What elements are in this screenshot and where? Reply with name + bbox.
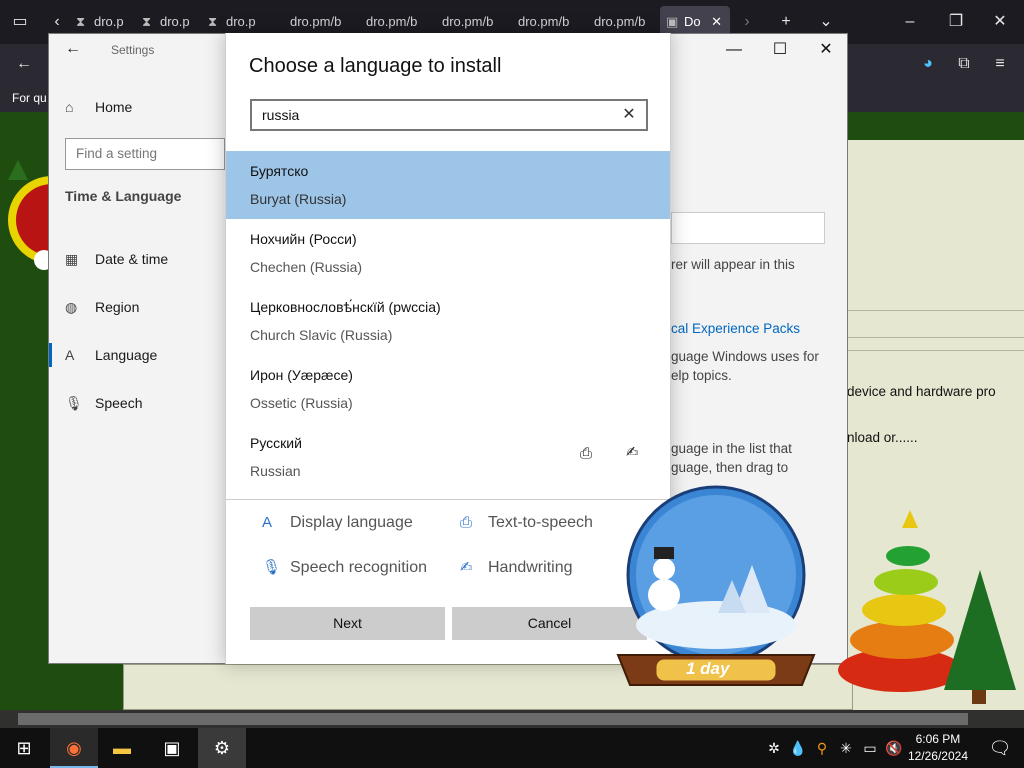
monitor-tray-icon[interactable]: ▭	[860, 728, 880, 768]
language-item[interactable]: Нохчийн (Росси) Chechen (Russia)	[226, 219, 670, 287]
feature-display-language: A Display language	[262, 514, 413, 531]
terminal-icon[interactable]: ▣	[148, 728, 196, 768]
language-item[interactable]: Ирон (Уæрæсе) Ossetic (Russia)	[226, 355, 670, 423]
taskbar-clock[interactable]: 6:06 PM 12/26/2024	[908, 731, 968, 765]
settings-gear-icon[interactable]: ⚙	[198, 728, 246, 768]
page-text: device and hardware pro	[847, 384, 996, 399]
page-text[interactable]: nload or......	[847, 430, 918, 445]
local-experience-packs-link[interactable]: cal Experience Packs	[671, 321, 800, 336]
taskbar: ⊞ ◉ ▬ ▣ ⚙ ✲ 💧 ⚲ ✳ ▭ 🔇 6:06 PM 12/26/2024…	[0, 728, 1024, 768]
snowflake-tray-icon[interactable]: ✳	[836, 728, 856, 768]
network-tray-icon[interactable]: ✲	[764, 728, 784, 768]
sidebar-item-home[interactable]: ⌂ Home	[65, 95, 132, 119]
clear-search-icon[interactable]: ✕	[618, 104, 640, 126]
christmas-tree-decoration	[820, 490, 1024, 720]
settings-text: elp topics.	[671, 368, 732, 383]
find-setting-input[interactable]: Find a setting	[65, 138, 225, 170]
extension-icon[interactable]: ◕	[908, 44, 948, 84]
notifications-icon[interactable]: 🗨	[976, 728, 1024, 768]
start-icon[interactable]: ⊞	[0, 728, 48, 768]
settings-text: guage Windows uses for	[671, 349, 819, 364]
menu-icon[interactable]: ≡	[980, 44, 1020, 84]
sidebar-item-date-time[interactable]: ▦ Date & time	[65, 247, 168, 271]
minimize-icon[interactable]: –	[890, 0, 930, 44]
globe-icon: ◍	[65, 299, 78, 315]
feature-speech-recognition: 🎙 Speech recognition	[262, 559, 427, 576]
back-icon[interactable]: ←	[4, 44, 44, 84]
divider	[226, 499, 670, 500]
choose-language-dialog: Choose a language to install ✕ Бурятско …	[225, 33, 671, 664]
display-language-icon: A	[262, 514, 273, 531]
language-item[interactable]: Церковнословѣ́нскїй (рwссіа) Church Slav…	[226, 287, 670, 355]
close-icon[interactable]: ✕	[980, 0, 1020, 44]
panel-content	[847, 350, 1024, 480]
language-item[interactable]: Русский Russian ⎙ ✍	[226, 423, 670, 491]
panel-band	[847, 310, 1024, 338]
restore-icon[interactable]: ❐	[936, 0, 976, 44]
extensions-puzzle-icon[interactable]: ⧉	[944, 44, 984, 84]
settings-field[interactable]	[671, 212, 825, 244]
firefox-icon[interactable]: ◉	[50, 728, 98, 768]
settings-close-icon[interactable]: ✕	[803, 34, 849, 66]
microphone-icon: 🎙	[262, 559, 282, 576]
back-arrow-icon[interactable]: ←	[65, 40, 81, 58]
next-button[interactable]: Next	[250, 607, 445, 640]
settings-text: guage, then drag to	[671, 460, 789, 475]
feature-text-to-speech: ⎙ Text-to-speech	[460, 514, 593, 531]
drop-tray-icon[interactable]: 💧	[788, 728, 808, 768]
selection-indicator	[49, 343, 52, 367]
home-icon: ⌂	[65, 99, 74, 115]
volume-muted-icon[interactable]: 🔇	[884, 728, 904, 768]
settings-text: rer will appear in this	[671, 257, 795, 272]
tab-list-icon[interactable]: ▭	[0, 0, 40, 44]
section-title: Time & Language	[65, 188, 182, 204]
calendar-icon: ▦	[65, 251, 79, 267]
settings-text: guage in the list that	[671, 441, 792, 456]
handwriting-icon: ✍	[460, 559, 473, 576]
handwriting-icon: ✍	[626, 444, 639, 461]
window-title: Settings	[111, 43, 155, 57]
sidebar-item-region[interactable]: ◍ Region	[65, 295, 139, 319]
days-counter: 1 day	[686, 659, 730, 678]
language-item[interactable]: Бурятско Buryat (Russia)	[226, 151, 670, 219]
bookmark-item[interactable]: For qu	[12, 91, 47, 105]
language-list: Бурятско Buryat (Russia) Нохчийн (Росси)…	[226, 151, 670, 499]
settings-sidebar: ← Settings ⌂ Home Find a setting Time & L…	[49, 34, 226, 663]
dialog-title: Choose a language to install	[249, 55, 502, 77]
file-explorer-icon[interactable]: ▬	[98, 728, 146, 768]
clock-date: 12/26/2024	[907, 749, 968, 763]
sidebar-item-speech[interactable]: 🎙 Speech	[65, 391, 142, 415]
sidebar-item-language[interactable]: A Language	[65, 343, 157, 367]
language-icon: A	[65, 347, 75, 363]
feature-handwriting: ✍ Handwriting	[460, 559, 573, 576]
text-to-speech-icon: ⎙	[460, 514, 473, 531]
clock-time: 6:06 PM	[915, 732, 961, 746]
language-search-input[interactable]	[252, 101, 612, 129]
settings-minimize-icon[interactable]: —	[711, 34, 757, 66]
language-search-box[interactable]: ✕	[250, 99, 648, 131]
search-tray-icon[interactable]: ⚲	[812, 728, 832, 768]
settings-maximize-icon[interactable]: ☐	[757, 34, 803, 66]
snow-globe-widget[interactable]: 1 day	[612, 485, 822, 700]
text-to-speech-icon: ⎙	[580, 445, 593, 462]
microphone-icon: 🎙	[65, 395, 83, 411]
